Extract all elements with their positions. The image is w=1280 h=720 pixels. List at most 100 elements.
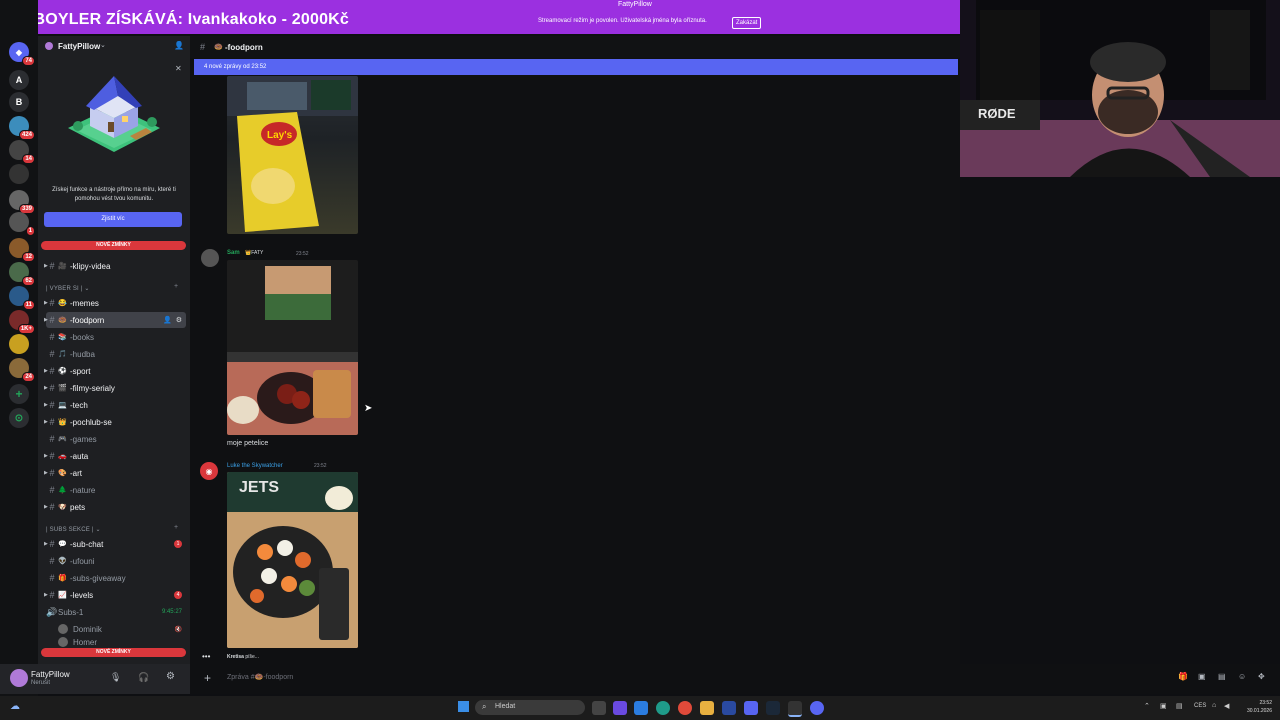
server-icon[interactable]: 62 <box>9 262 35 286</box>
foodporn-icon: 🍩 <box>214 44 223 51</box>
server-icon[interactable]: 12 <box>9 238 35 262</box>
app-icon[interactable] <box>613 701 627 715</box>
discord-logo-icon[interactable]: ◉ <box>200 462 218 480</box>
channel-auta[interactable]: ▶ # 🚗 -auta <box>44 448 186 464</box>
channel-pets[interactable]: ▶ # 🐶 pets <box>44 499 186 515</box>
avatar[interactable] <box>201 249 219 267</box>
server-icon[interactable]: A <box>9 70 29 90</box>
avatar[interactable] <box>10 669 28 687</box>
voice-timer: 9:45:27 <box>161 609 182 615</box>
invite-icon[interactable]: 👤 <box>163 316 172 324</box>
add-member-icon[interactable]: 👤 <box>174 41 184 50</box>
volume-icon[interactable]: ◀ <box>1224 702 1229 710</box>
voice-channel-subs-1[interactable]: 🔊 Subs-1 9:45:27 <box>46 604 186 620</box>
tray-chevron-icon[interactable]: ⌃ <box>1144 702 1150 710</box>
channel-subs-giveaway[interactable]: # 🎁 -subs-giveaway <box>46 570 186 586</box>
channel-pochlub-se[interactable]: ▶ # 👑 -pochlub-se <box>44 414 186 430</box>
server-icon[interactable]: ◆ 74 <box>9 42 35 66</box>
message-image[interactable]: Lay's <box>227 76 358 234</box>
channel-sub-chat[interactable]: ▶ # 💬 -sub-chat 1 <box>44 536 186 552</box>
channel-nature[interactable]: # 🌲 -nature <box>46 482 186 498</box>
taskbar-search[interactable]: ⌕ Hledat <box>475 700 585 715</box>
channel-klipy-videa[interactable]: ▶ # 🎥 -klipy-videa <box>44 258 186 274</box>
server-icon[interactable]: 1 <box>9 212 35 236</box>
sticker-icon[interactable]: ▤ <box>1218 672 1226 681</box>
tray-icon[interactable]: ▣ <box>1160 702 1167 710</box>
channel-memes[interactable]: ▶ # 😂 -memes <box>44 295 186 311</box>
server-icon[interactable]: 339 <box>9 190 35 214</box>
steam-icon[interactable] <box>766 701 780 715</box>
app-icon[interactable] <box>634 701 648 715</box>
network-icon[interactable]: ⌂ <box>1212 702 1216 709</box>
server-icon[interactable]: 424 <box>9 116 35 140</box>
user-panel: FattyPillow Nerušit 🎙 🎧 ⚙ <box>0 664 190 694</box>
plus-icon[interactable]: + <box>204 671 211 685</box>
app-icon[interactable] <box>722 701 736 715</box>
folder-icon[interactable] <box>700 701 714 715</box>
category-vyber-si[interactable]: | VYBER SI | ⌄ <box>46 285 90 292</box>
windows-taskbar: ☁ ⌕ Hledat ⌃ ▣ ▤ CES ⌂ ◀ 23:52 30.01.202… <box>0 696 1280 720</box>
message-author[interactable]: Sam <box>227 250 240 256</box>
message-image[interactable]: JETS <box>227 472 358 648</box>
clock[interactable]: 23:52 30.01.2026 <box>1234 699 1272 715</box>
channel-name: -foodporn <box>225 43 263 52</box>
channel-foodporn[interactable]: ▶ # 🍩 -foodporn 👤 ⚙ <box>44 312 186 328</box>
channel-books[interactable]: # 📚 -books <box>46 329 186 345</box>
channel-filmy-serialy[interactable]: ▶ # 🎬 -filmy-serialy <box>44 380 186 396</box>
disable-streamer-mode-button[interactable]: Zakázat <box>732 17 762 29</box>
user-name: FattyPillow <box>31 670 70 679</box>
task-view-icon[interactable] <box>592 701 606 715</box>
app-icon[interactable] <box>744 701 758 715</box>
voice-user[interactable]: Homer <box>58 637 186 647</box>
channel-tech[interactable]: ▶ # 💻 -tech <box>44 397 186 413</box>
new-mentions-pill[interactable]: NOVÉ ZMÍNKY <box>41 648 186 657</box>
server-icon[interactable]: 14 <box>9 140 35 164</box>
channel-sport[interactable]: ▶ # ⚽ -sport <box>44 363 186 379</box>
close-icon[interactable]: ✕ <box>175 64 182 73</box>
emoji-icon[interactable]: ☺ <box>1238 672 1246 681</box>
message-author[interactable]: Luke the Skywatcher <box>227 463 283 469</box>
mic-icon[interactable]: 🎙 <box>110 672 121 683</box>
gear-icon[interactable]: ⚙ <box>176 316 182 324</box>
server-header[interactable]: FattyPillow ⌄ 👤 <box>38 36 190 58</box>
learn-more-button[interactable]: Zjistit víc <box>44 212 182 227</box>
language-indicator[interactable]: CES <box>1194 703 1206 709</box>
channel-hudba[interactable]: # 🎵 -hudba <box>46 346 186 362</box>
new-mentions-pill[interactable]: NOVÉ ZMÍNKY <box>41 241 186 250</box>
server-icon[interactable]: B <box>9 92 29 112</box>
server-icon[interactable] <box>9 334 29 354</box>
server-icon[interactable]: 1K+ <box>9 310 35 334</box>
headphones-icon[interactable]: 🎧 <box>138 672 149 683</box>
server-icon[interactable] <box>9 164 29 184</box>
voice-user[interactable]: Dominik 🔇 <box>58 621 186 637</box>
channel-art[interactable]: ▶ # 🎨 -art <box>44 465 186 481</box>
browser-icon[interactable] <box>678 701 692 715</box>
new-messages-bar[interactable]: 4 nové zprávy od 23:52 <box>194 59 958 75</box>
message-input[interactable]: Zpráva #🍩-foodporn <box>227 673 293 681</box>
add-server-icon[interactable]: + <box>9 384 29 404</box>
category-subs-sekce[interactable]: | SUBS SEKCE | ⌄ <box>46 526 101 533</box>
server-icon[interactable]: 11 <box>9 286 35 310</box>
add-channel-icon[interactable]: + <box>174 283 178 290</box>
compass-icon[interactable]: ⊙ <box>9 408 29 428</box>
channel-games[interactable]: # 🎮 -games <box>46 431 186 447</box>
gift-icon[interactable]: 🎁 <box>1178 672 1188 681</box>
discord-icon[interactable] <box>810 701 824 715</box>
channel-ufouni[interactable]: # 👽 -ufouni <box>46 553 186 569</box>
message-image[interactable] <box>227 260 358 435</box>
add-channel-icon[interactable]: + <box>174 524 178 531</box>
widgets-icon[interactable]: ☁ <box>10 701 20 712</box>
windows-start-icon[interactable] <box>458 701 469 712</box>
obs-icon[interactable] <box>788 701 802 717</box>
server-name: FattyPillow <box>58 42 101 51</box>
gif-icon[interactable]: ▣ <box>1198 672 1206 681</box>
avatar <box>58 624 68 634</box>
apps-icon[interactable]: ✥ <box>1258 672 1265 681</box>
message-text: moje petelice <box>227 440 269 447</box>
browser-icon[interactable] <box>656 701 670 715</box>
message-time: 23:52 <box>296 251 309 257</box>
server-icon[interactable]: 24 <box>9 358 35 382</box>
tray-icon[interactable]: ▤ <box>1176 702 1183 710</box>
channel-levels[interactable]: ▶ # 📈 -levels 4 <box>44 587 186 603</box>
settings-icon[interactable]: ⚙ <box>166 671 175 682</box>
